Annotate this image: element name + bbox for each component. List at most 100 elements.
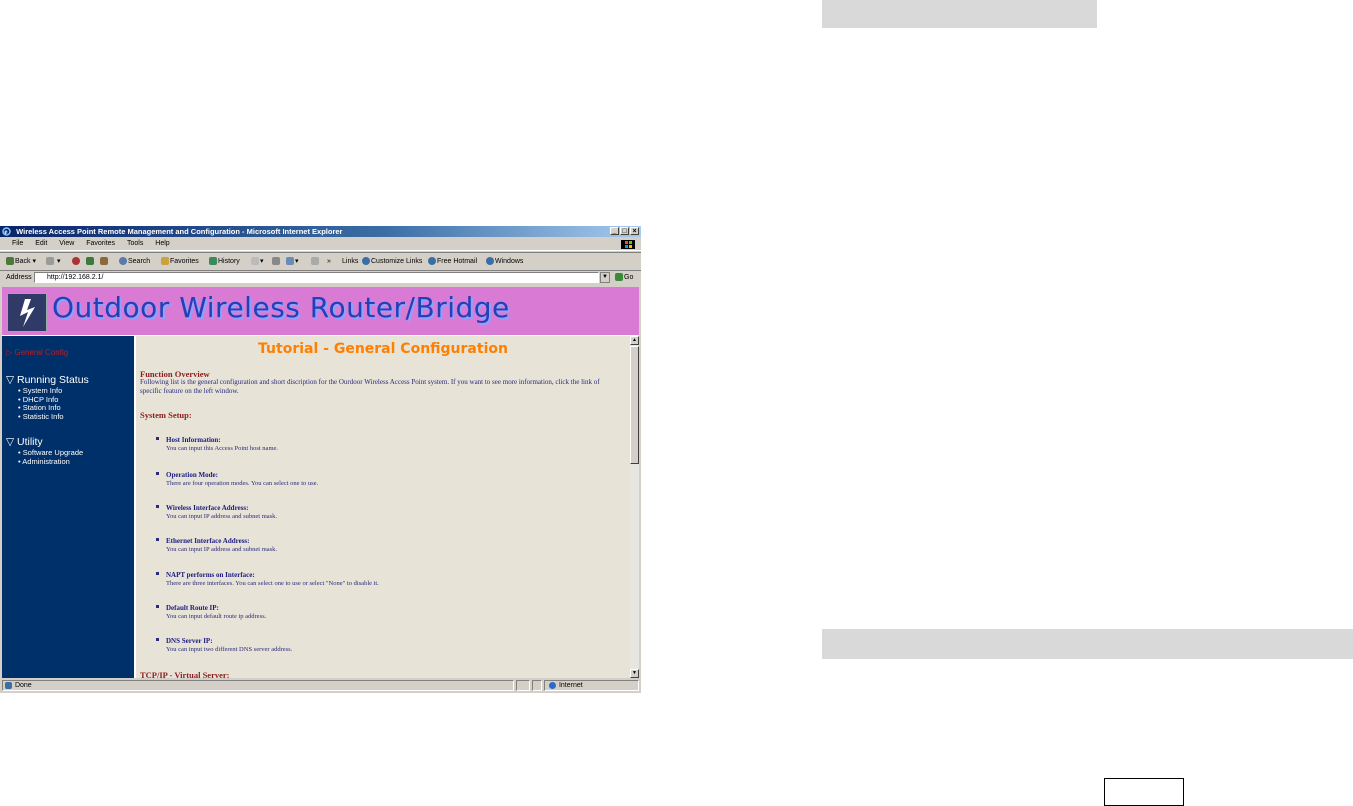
item-desc: There are three interfaces. You can sele…	[166, 580, 379, 587]
ie-page-icon	[486, 257, 494, 266]
edit-icon	[286, 257, 294, 266]
running-status-list: System Info DHCP Info Station Info Stati…	[18, 386, 64, 422]
mail-button[interactable]: ▾	[251, 253, 264, 270]
more-chevron-icon[interactable]: »	[327, 253, 331, 270]
windows-flag-icon	[621, 240, 635, 249]
nav-utility[interactable]: ▽ Utility	[6, 436, 43, 448]
virtual-server-heading: TCP/IP - Virtual Server:	[140, 670, 230, 678]
mail-icon	[251, 257, 259, 266]
zone-text: Internet	[558, 682, 583, 689]
item-title[interactable]: Host Information:	[166, 436, 221, 444]
menu-favorites[interactable]: Favorites	[86, 240, 115, 247]
nav-item-statistic-info[interactable]: Statistic Info	[18, 412, 64, 422]
item-title[interactable]: Ethernet Interface Address:	[166, 537, 249, 545]
bullet	[156, 505, 159, 508]
discuss-button[interactable]	[311, 253, 320, 270]
status-panel-empty	[532, 680, 542, 691]
nav-general-config[interactable]: ▷ General Config	[6, 348, 68, 357]
item-desc: You can input IP address and subnet mask…	[166, 513, 278, 520]
zone-panel: Internet	[544, 680, 639, 691]
minimize-button[interactable]: _	[610, 227, 619, 235]
forward-button[interactable]: ▾	[46, 253, 60, 270]
menu-view[interactable]: View	[59, 240, 74, 247]
banner: Outdoor Wireless Router/Bridge	[2, 287, 639, 335]
scroll-up-button[interactable]: ▲	[630, 336, 639, 345]
maximize-button[interactable]: □	[620, 227, 629, 235]
ie-page-icon	[362, 257, 370, 266]
stop-icon	[72, 257, 80, 266]
address-label: Address	[6, 274, 32, 281]
brand-logo	[7, 293, 47, 332]
link-free-hotmail[interactable]: Free Hotmail	[428, 253, 477, 270]
menu-edit[interactable]: Edit	[35, 240, 47, 247]
item-desc: You can input default route ip address.	[166, 613, 267, 620]
close-button[interactable]: ×	[630, 227, 639, 235]
menu-help[interactable]: Help	[155, 240, 169, 247]
item-title[interactable]: NAPT performs on Interface:	[166, 571, 255, 579]
gray-header-bar-top	[822, 0, 1097, 28]
home-button[interactable]	[100, 253, 109, 270]
address-dropdown-button[interactable]: ▼	[600, 272, 610, 283]
forward-arrow-icon	[46, 257, 54, 266]
item-title[interactable]: Operation Mode:	[166, 471, 218, 479]
gray-header-bar-middle	[822, 629, 1353, 659]
bullet	[156, 572, 159, 575]
menu-file[interactable]: File	[12, 240, 23, 247]
page-done-icon	[5, 681, 12, 689]
sidebar: ▷ General Config ▽ Running Status System…	[2, 336, 134, 678]
favorites-icon	[161, 257, 169, 266]
item-title[interactable]: Default Route IP:	[166, 604, 219, 612]
refresh-button[interactable]	[86, 253, 95, 270]
go-button[interactable]: Go	[615, 271, 633, 285]
banner-title: Outdoor Wireless Router/Bridge	[52, 291, 510, 324]
print-button[interactable]	[272, 253, 281, 270]
globe-icon	[549, 681, 556, 689]
status-text: Done	[14, 682, 32, 689]
search-icon	[119, 257, 127, 266]
bullet	[156, 605, 159, 608]
search-button[interactable]: Search	[119, 253, 150, 270]
go-arrow-icon	[615, 273, 623, 282]
history-icon	[209, 257, 217, 266]
item-desc: You can input two different DNS server a…	[166, 646, 293, 653]
address-url: http://192.168.2.1/	[47, 274, 104, 281]
stop-button[interactable]	[72, 253, 81, 270]
address-input[interactable]: http://192.168.2.1/	[34, 272, 599, 283]
utility-list: Software Upgrade Administration	[18, 448, 83, 467]
home-icon	[100, 257, 108, 266]
scroll-down-button[interactable]: ▼	[630, 669, 639, 678]
title-bar: e Wireless Access Point Remote Managemen…	[0, 226, 641, 237]
item-desc: You can input this Access Point host nam…	[166, 445, 279, 452]
main-content: Tutorial - General Configuration Functio…	[136, 336, 630, 678]
toolbar: Back ▾ ▾ Search Favorites History ▾ ▾ » …	[0, 252, 641, 271]
favorites-button[interactable]: Favorites	[161, 253, 199, 270]
status-text-panel: Done	[2, 680, 514, 691]
system-setup-heading: System Setup:	[140, 410, 192, 420]
ie-page-icon	[428, 257, 436, 266]
menu-tools[interactable]: Tools	[127, 240, 143, 247]
item-title[interactable]: DNS Server IP:	[166, 637, 213, 645]
ie-logo-icon: e	[2, 227, 11, 236]
bullet	[156, 472, 159, 475]
address-bar: Address http://192.168.2.1/ ▼ Go	[0, 271, 641, 285]
print-icon	[272, 257, 280, 266]
nav-item-administration[interactable]: Administration	[18, 457, 83, 467]
bullet	[156, 538, 159, 541]
status-bar: Done Internet	[0, 679, 641, 693]
edit-button[interactable]: ▾	[286, 253, 299, 270]
window-title: Wireless Access Point Remote Management …	[16, 227, 343, 236]
back-button[interactable]: Back ▾	[6, 253, 36, 270]
link-windows[interactable]: Windows	[486, 253, 523, 270]
item-title[interactable]: Wireless Interface Address:	[166, 504, 248, 512]
bullet	[156, 638, 159, 641]
vertical-scrollbar[interactable]: ▲ ▼	[630, 336, 639, 678]
history-button[interactable]: History	[209, 253, 240, 270]
menu-bar: File Edit View Favorites Tools Help	[0, 238, 641, 251]
link-customize-links[interactable]: Customize Links	[362, 253, 422, 270]
links-label: Links	[342, 258, 359, 265]
bullet	[156, 437, 159, 440]
scroll-thumb[interactable]	[630, 346, 639, 464]
back-arrow-icon	[6, 257, 14, 266]
nav-running-status[interactable]: ▽ Running Status	[6, 374, 89, 386]
svg-text:e: e	[4, 228, 7, 236]
